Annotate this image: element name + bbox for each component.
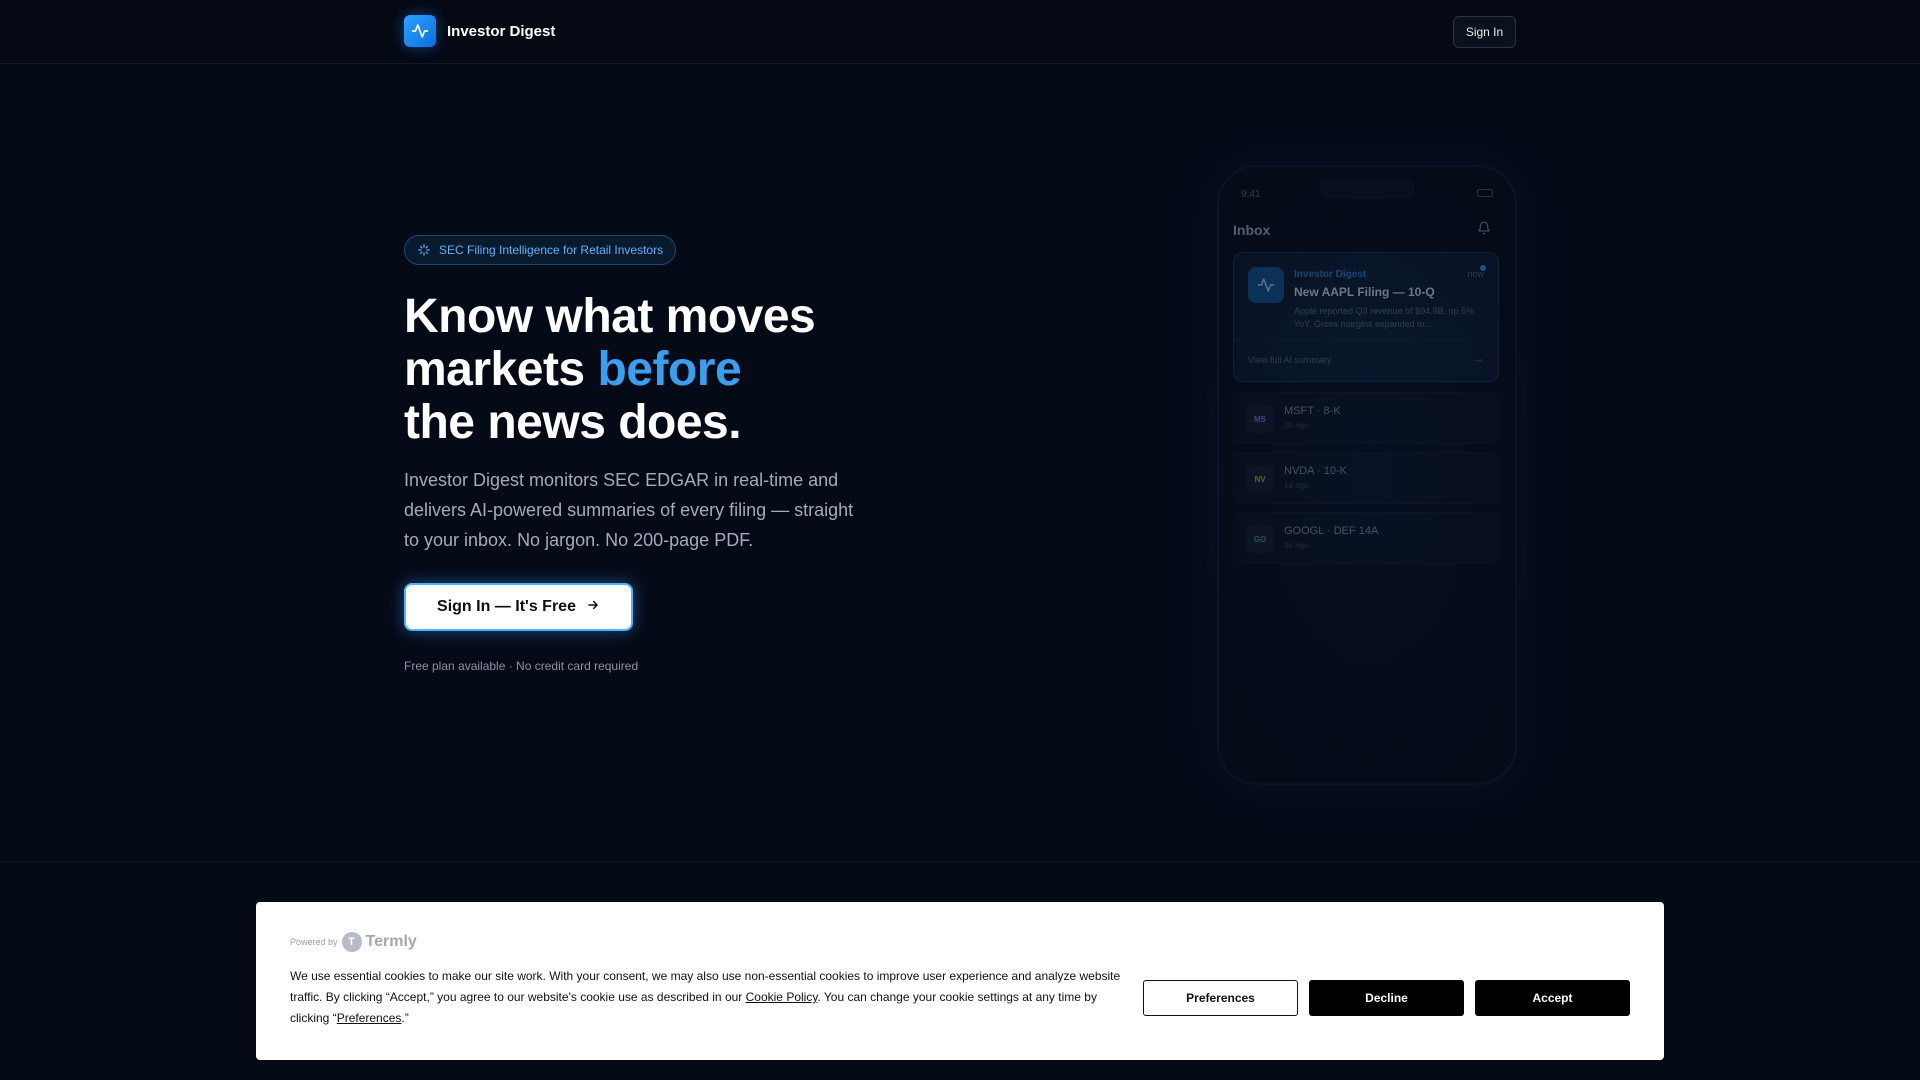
avatar: NV [1246, 465, 1274, 493]
top-nav: Investor Digest Sign In [0, 0, 1920, 64]
powered-by-termly: Powered by T Termly [290, 932, 417, 952]
list-item-title: MSFT · 8-K [1284, 405, 1341, 417]
activity-pulse-icon [1248, 267, 1284, 303]
activity-pulse-icon [404, 15, 436, 47]
battery-icon [1477, 189, 1493, 197]
headline-line-2: markets [404, 343, 585, 396]
notification-divider [1234, 340, 1498, 341]
notification-body: Apple reported Q3 revenue of $94.9B, up … [1294, 306, 1475, 329]
list-item: MS MSFT · 8-K 2h ago [1233, 392, 1499, 444]
hero-badge: SEC Filing Intelligence for Retail Inves… [404, 235, 676, 265]
preferences-button[interactable]: Preferences [1143, 980, 1298, 1016]
header-sign-in-button[interactable]: Sign In [1453, 16, 1516, 48]
list-item-time: 2h ago [1284, 421, 1309, 430]
notification-title: New AAPL Filing — 10-Q [1294, 285, 1435, 299]
cookie-policy-link[interactable]: Cookie Policy [746, 990, 818, 1004]
brand-name: Investor Digest [447, 22, 556, 40]
cookie-text-part-3: .” [401, 1011, 409, 1025]
list-item-time: 3d ago [1284, 541, 1309, 550]
view-summary-link: View full AI summary [1248, 355, 1332, 365]
decline-button[interactable]: Decline [1309, 980, 1464, 1016]
sparkle-icon [417, 243, 431, 257]
avatar: GO [1246, 525, 1274, 553]
notification-card: Investor Digest now New AAPL Filing — 10… [1233, 252, 1499, 382]
arrow-right-icon: → [1473, 353, 1484, 365]
sign-in-free-button[interactable]: Sign In — It's Free [404, 583, 633, 631]
cta-label: Sign In — It's Free [437, 598, 576, 615]
hero-badge-label: SEC Filing Intelligence for Retail Inves… [439, 243, 664, 257]
preferences-link[interactable]: Preferences [337, 1011, 402, 1025]
headline-accent-word: before [597, 343, 742, 396]
headline-line-3: the news does. [404, 396, 742, 449]
termly-logo-icon: T [341, 932, 362, 952]
powered-by-label: Powered by [290, 937, 338, 947]
notification-app: Investor Digest [1294, 269, 1367, 280]
hero-subtitle: Investor Digest monitors SEC EDGAR in re… [404, 470, 854, 550]
phone-mockup: 9:41 Inbox Investor Digest now New AAPL … [1217, 165, 1517, 785]
bell-icon [1477, 221, 1491, 240]
brand-logo[interactable]: Investor Digest [404, 15, 555, 47]
phone-time: 9:41 [1241, 189, 1261, 200]
termly-wordmark: Termly [365, 933, 417, 950]
list-item: NV NVDA · 10-K 1d ago [1233, 452, 1499, 504]
arrow-right-icon [586, 598, 600, 617]
list-item-time: 1d ago [1284, 481, 1309, 490]
list-item: GO GOOGL · DEF 14A 3d ago [1233, 512, 1499, 564]
accept-button[interactable]: Accept [1475, 980, 1630, 1016]
list-item-title: NVDA · 10-K [1284, 465, 1347, 477]
unread-dot [1480, 265, 1486, 271]
phone-notch [1319, 179, 1415, 199]
fineprint: Free plan available · No credit card req… [404, 659, 639, 673]
cookie-text: We use essential cookies to make our sit… [290, 966, 1130, 1029]
phone-inbox-title: Inbox [1233, 222, 1271, 238]
cookie-consent-banner: Powered by T Termly We use essential coo… [256, 902, 1664, 1060]
section-divider [0, 861, 1920, 862]
avatar: MS [1246, 405, 1274, 433]
list-item-title: GOOGL · DEF 14A [1284, 525, 1379, 537]
headline-line-1: Know what moves [404, 290, 816, 343]
hero-headline: Know what moves markets before the news … [404, 290, 924, 449]
